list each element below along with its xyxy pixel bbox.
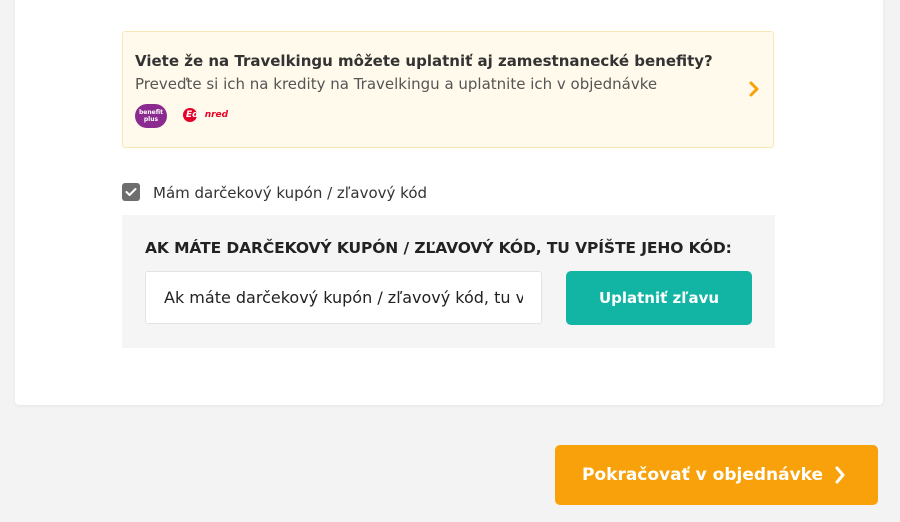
checkmark-icon — [125, 188, 137, 196]
employee-benefits-banner[interactable]: Viete že na Travelkingu môžete uplatniť … — [122, 31, 774, 148]
edenred-logo: Edenred — [183, 108, 228, 124]
benefits-subtitle: Preveďte si ich na kredity na Travelking… — [135, 75, 658, 93]
benefits-title: Viete že na Travelkingu môžete uplatniť … — [135, 52, 713, 70]
coupon-checkbox[interactable] — [122, 183, 140, 201]
coupon-panel: AK MÁTE DARČEKOVÝ KUPÓN / ZĽAVOVÝ KÓD, T… — [122, 215, 775, 348]
coupon-code-input[interactable] — [145, 271, 542, 324]
continue-order-label: Pokračovať v objednávke — [582, 465, 824, 485]
apply-discount-button[interactable]: Uplatniť zľavu — [566, 271, 752, 325]
coupon-heading: AK MÁTE DARČEKOVÝ KUPÓN / ZĽAVOVÝ KÓD, T… — [145, 239, 732, 257]
benefit-plus-logo: benefit plus — [135, 104, 167, 128]
chevron-right-icon — [749, 81, 759, 97]
chevron-right-icon — [835, 466, 845, 484]
continue-order-button[interactable]: Pokračovať v objednávke — [555, 445, 878, 505]
coupon-checkbox-label: Mám darčekový kupón / zľavový kód — [153, 184, 428, 202]
